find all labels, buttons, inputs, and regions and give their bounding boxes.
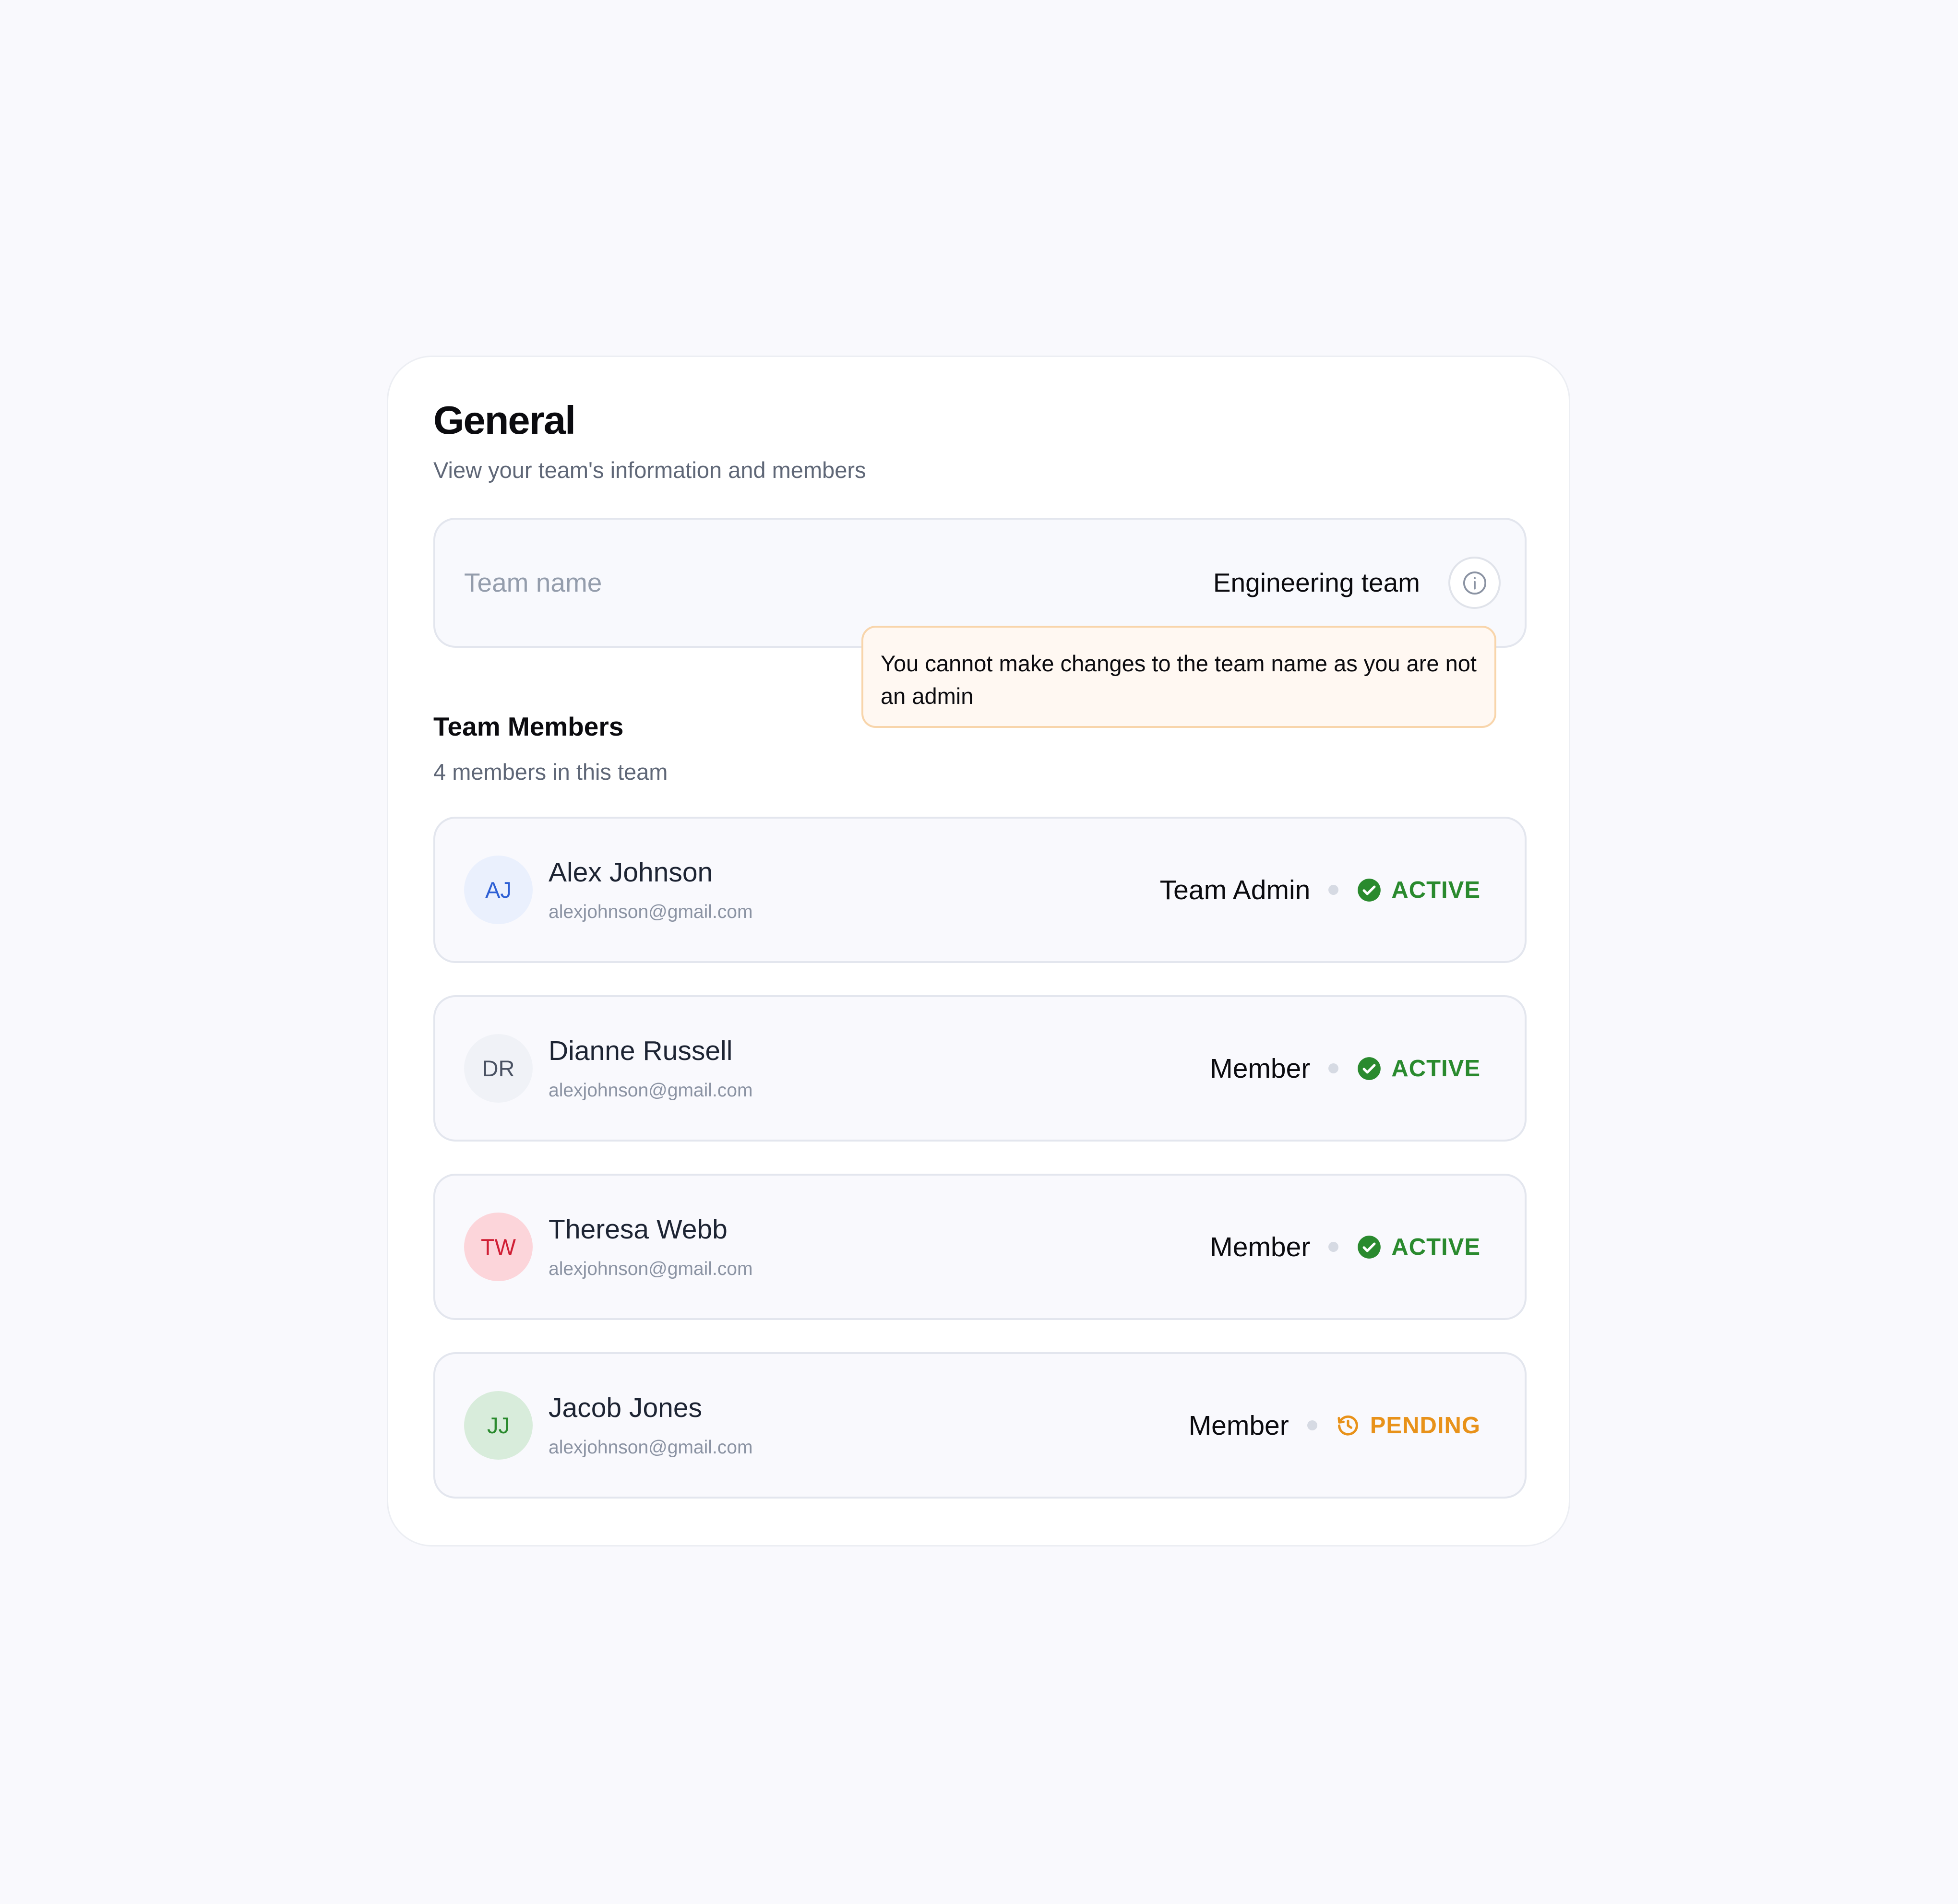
info-button[interactable] xyxy=(1448,557,1501,609)
member-name: Alex Johnson xyxy=(549,857,713,888)
avatar: DR xyxy=(464,1034,533,1103)
member-row-jacob-jones[interactable]: JJ Jacob Jones alexjohnson@gmail.com Mem… xyxy=(433,1352,1527,1499)
status-badge: ACTIVE xyxy=(1391,877,1480,903)
check-circle-icon xyxy=(1357,1235,1382,1260)
separator-dot xyxy=(1328,885,1339,895)
check-circle-icon xyxy=(1357,1056,1382,1081)
member-name: Jacob Jones xyxy=(549,1392,703,1423)
separator-dot xyxy=(1328,1063,1339,1073)
avatar: JJ xyxy=(464,1391,533,1460)
clock-history-icon xyxy=(1336,1413,1361,1438)
member-role: Team Admin xyxy=(1159,874,1311,905)
member-email: alexjohnson@gmail.com xyxy=(549,1259,753,1279)
info-icon xyxy=(1463,571,1486,595)
page-subtitle: View your team's information and members xyxy=(433,457,866,483)
member-role: Member xyxy=(1188,1410,1289,1441)
team-members-count: 4 members in this team xyxy=(433,759,668,785)
separator-dot xyxy=(1328,1242,1339,1252)
member-row-dianne-russell[interactable]: DR Dianne Russell alexjohnson@gmail.com … xyxy=(433,995,1527,1142)
avatar: TW xyxy=(464,1213,533,1281)
member-meta: Team Admin ACTIVE xyxy=(1160,819,1480,961)
status-badge: ACTIVE xyxy=(1391,1234,1480,1260)
member-meta: Member PENDING xyxy=(1189,1354,1480,1497)
admin-restriction-tooltip: You cannot make changes to the team name… xyxy=(861,626,1496,728)
team-members-title: Team Members xyxy=(433,712,624,741)
member-email: alexjohnson@gmail.com xyxy=(549,1437,753,1458)
general-settings-card: General View your team's information and… xyxy=(387,356,1570,1547)
member-name: Dianne Russell xyxy=(549,1035,733,1066)
member-role: Member xyxy=(1210,1053,1311,1084)
page-title: General xyxy=(433,398,576,442)
check-circle-icon xyxy=(1357,878,1382,903)
status-badge: ACTIVE xyxy=(1391,1055,1480,1082)
member-email: alexjohnson@gmail.com xyxy=(549,902,753,922)
member-row-alex-johnson[interactable]: AJ Alex Johnson alexjohnson@gmail.com Te… xyxy=(433,817,1527,963)
team-name-label: Team name xyxy=(464,568,602,597)
member-row-theresa-webb[interactable]: TW Theresa Webb alexjohnson@gmail.com Me… xyxy=(433,1174,1527,1320)
member-role: Member xyxy=(1210,1231,1311,1262)
status-badge: PENDING xyxy=(1370,1412,1480,1439)
member-email: alexjohnson@gmail.com xyxy=(549,1080,753,1101)
separator-dot xyxy=(1307,1420,1317,1430)
avatar: AJ xyxy=(464,856,533,924)
member-name: Theresa Webb xyxy=(549,1214,728,1245)
member-meta: Member ACTIVE xyxy=(1210,997,1480,1140)
member-meta: Member ACTIVE xyxy=(1210,1176,1480,1318)
